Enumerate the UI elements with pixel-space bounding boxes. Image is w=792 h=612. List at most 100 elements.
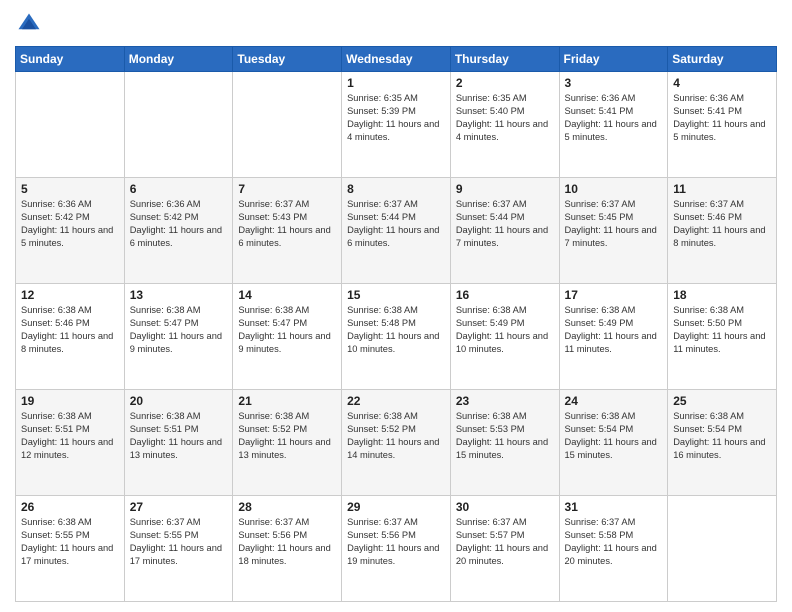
cell-info: Sunset: 5:54 PM bbox=[565, 423, 663, 436]
weekday-header-sunday: Sunday bbox=[16, 47, 125, 72]
cell-info: Daylight: 11 hours and 9 minutes. bbox=[130, 330, 228, 356]
cell-info: Sunrise: 6:38 AM bbox=[456, 304, 554, 317]
cell-info: Daylight: 11 hours and 4 minutes. bbox=[456, 118, 554, 144]
cell-info: Sunset: 5:48 PM bbox=[347, 317, 445, 330]
cell-info: Sunset: 5:53 PM bbox=[456, 423, 554, 436]
cell-info: Sunrise: 6:37 AM bbox=[238, 516, 336, 529]
calendar-cell: 15Sunrise: 6:38 AMSunset: 5:48 PMDayligh… bbox=[342, 284, 451, 390]
calendar-cell bbox=[16, 72, 125, 178]
cell-info: Daylight: 11 hours and 5 minutes. bbox=[21, 224, 119, 250]
cell-info: Sunset: 5:56 PM bbox=[347, 529, 445, 542]
logo-icon bbox=[15, 10, 43, 38]
cell-info: Sunset: 5:45 PM bbox=[565, 211, 663, 224]
cell-info: Sunset: 5:46 PM bbox=[21, 317, 119, 330]
calendar-cell: 30Sunrise: 6:37 AMSunset: 5:57 PMDayligh… bbox=[450, 496, 559, 602]
calendar-cell: 12Sunrise: 6:38 AMSunset: 5:46 PMDayligh… bbox=[16, 284, 125, 390]
cell-info: Sunset: 5:55 PM bbox=[130, 529, 228, 542]
cell-info: Daylight: 11 hours and 15 minutes. bbox=[565, 436, 663, 462]
day-number: 21 bbox=[238, 394, 336, 408]
logo bbox=[15, 10, 47, 38]
cell-info: Sunrise: 6:37 AM bbox=[565, 516, 663, 529]
cell-info: Sunset: 5:47 PM bbox=[238, 317, 336, 330]
cell-info: Daylight: 11 hours and 16 minutes. bbox=[673, 436, 771, 462]
weekday-header-row: SundayMondayTuesdayWednesdayThursdayFrid… bbox=[16, 47, 777, 72]
cell-info: Sunset: 5:40 PM bbox=[456, 105, 554, 118]
cell-info: Sunset: 5:58 PM bbox=[565, 529, 663, 542]
calendar-cell: 31 Sunrise: 6:37 AMSunset: 5:58 PMDayligh… bbox=[559, 496, 668, 602]
calendar-cell: 20Sunrise: 6:38 AMSunset: 5:51 PMDayligh… bbox=[124, 390, 233, 496]
day-number: 19 bbox=[21, 394, 119, 408]
calendar-week-3: 12Sunrise: 6:38 AMSunset: 5:46 PMDayligh… bbox=[16, 284, 777, 390]
calendar-cell bbox=[233, 72, 342, 178]
calendar-cell: 13 Sunrise: 6:38 AMSunset: 5:47 PMDayligh… bbox=[124, 284, 233, 390]
calendar-cell: 18Sunrise: 6:38 AMSunset: 5:50 PMDayligh… bbox=[668, 284, 777, 390]
cell-info: Sunset: 5:51 PM bbox=[21, 423, 119, 436]
cell-info: Daylight: 11 hours and 10 minutes. bbox=[347, 330, 445, 356]
cell-info: Sunrise: 6:38 AM bbox=[130, 304, 228, 317]
calendar-week-1: 1Sunrise: 6:35 AMSunset: 5:39 PMDaylight… bbox=[16, 72, 777, 178]
calendar-cell: 27Sunrise: 6:37 AMSunset: 5:55 PMDayligh… bbox=[124, 496, 233, 602]
day-number: 31 bbox=[565, 500, 663, 514]
cell-info: Sunrise: 6:38 AM bbox=[21, 516, 119, 529]
cell-info: Daylight: 11 hours and 17 minutes. bbox=[130, 542, 228, 568]
cell-info: Sunrise: 6:38 AM bbox=[21, 304, 119, 317]
cell-info: Sunrise: 6:38 AM bbox=[673, 304, 771, 317]
calendar-cell: 5Sunrise: 6:36 AMSunset: 5:42 PMDaylight… bbox=[16, 178, 125, 284]
cell-info: Sunset: 5:57 PM bbox=[456, 529, 554, 542]
cell-info: Sunrise: 6:35 AM bbox=[347, 92, 445, 105]
weekday-header-thursday: Thursday bbox=[450, 47, 559, 72]
weekday-header-monday: Monday bbox=[124, 47, 233, 72]
cell-info: Daylight: 11 hours and 7 minutes. bbox=[565, 224, 663, 250]
calendar-cell: 11Sunrise: 6:37 AMSunset: 5:46 PMDayligh… bbox=[668, 178, 777, 284]
cell-info: Sunrise: 6:37 AM bbox=[456, 516, 554, 529]
day-number: 13 bbox=[130, 288, 228, 302]
cell-info: Daylight: 11 hours and 8 minutes. bbox=[21, 330, 119, 356]
weekday-header-wednesday: Wednesday bbox=[342, 47, 451, 72]
calendar-cell: 14Sunrise: 6:38 AMSunset: 5:47 PMDayligh… bbox=[233, 284, 342, 390]
day-number: 25 bbox=[673, 394, 771, 408]
cell-info: Daylight: 11 hours and 9 minutes. bbox=[238, 330, 336, 356]
cell-info: Sunrise: 6:37 AM bbox=[673, 198, 771, 211]
weekday-header-saturday: Saturday bbox=[668, 47, 777, 72]
cell-info: Sunrise: 6:36 AM bbox=[565, 92, 663, 105]
calendar-cell: 19Sunrise: 6:38 AMSunset: 5:51 PMDayligh… bbox=[16, 390, 125, 496]
cell-info: Sunset: 5:49 PM bbox=[456, 317, 554, 330]
cell-info: Sunset: 5:39 PM bbox=[347, 105, 445, 118]
cell-info: Sunrise: 6:38 AM bbox=[238, 304, 336, 317]
cell-info: Sunrise: 6:36 AM bbox=[673, 92, 771, 105]
cell-info: Daylight: 11 hours and 19 minutes. bbox=[347, 542, 445, 568]
cell-info: Daylight: 11 hours and 6 minutes. bbox=[238, 224, 336, 250]
cell-info: Sunset: 5:47 PM bbox=[130, 317, 228, 330]
calendar-cell: 24Sunrise: 6:38 AMSunset: 5:54 PMDayligh… bbox=[559, 390, 668, 496]
page: SundayMondayTuesdayWednesdayThursdayFrid… bbox=[0, 0, 792, 612]
calendar-cell: 25Sunrise: 6:38 AMSunset: 5:54 PMDayligh… bbox=[668, 390, 777, 496]
cell-info: Daylight: 11 hours and 4 minutes. bbox=[347, 118, 445, 144]
day-number: 18 bbox=[673, 288, 771, 302]
day-number: 15 bbox=[347, 288, 445, 302]
cell-info: Sunset: 5:43 PM bbox=[238, 211, 336, 224]
cell-info: Sunrise: 6:35 AM bbox=[456, 92, 554, 105]
cell-info: Daylight: 11 hours and 20 minutes. bbox=[565, 542, 663, 568]
calendar-cell: 8Sunrise: 6:37 AMSunset: 5:44 PMDaylight… bbox=[342, 178, 451, 284]
cell-info: Sunrise: 6:38 AM bbox=[238, 410, 336, 423]
cell-info: Sunrise: 6:37 AM bbox=[456, 198, 554, 211]
cell-info: Daylight: 11 hours and 12 minutes. bbox=[21, 436, 119, 462]
cell-info: Sunset: 5:50 PM bbox=[673, 317, 771, 330]
calendar-cell: 1Sunrise: 6:35 AMSunset: 5:39 PMDaylight… bbox=[342, 72, 451, 178]
calendar-cell: 10Sunrise: 6:37 AMSunset: 5:45 PMDayligh… bbox=[559, 178, 668, 284]
day-number: 5 bbox=[21, 182, 119, 196]
cell-info: Sunset: 5:44 PM bbox=[456, 211, 554, 224]
calendar-cell: 3Sunrise: 6:36 AMSunset: 5:41 PMDaylight… bbox=[559, 72, 668, 178]
calendar-week-4: 19Sunrise: 6:38 AMSunset: 5:51 PMDayligh… bbox=[16, 390, 777, 496]
cell-info: Sunrise: 6:37 AM bbox=[130, 516, 228, 529]
day-number: 8 bbox=[347, 182, 445, 196]
cell-info: Sunset: 5:42 PM bbox=[21, 211, 119, 224]
cell-info: Sunset: 5:46 PM bbox=[673, 211, 771, 224]
day-number: 9 bbox=[456, 182, 554, 196]
calendar-table: SundayMondayTuesdayWednesdayThursdayFrid… bbox=[15, 46, 777, 602]
cell-info: Sunrise: 6:37 AM bbox=[238, 198, 336, 211]
day-number: 7 bbox=[238, 182, 336, 196]
calendar-cell: 7 Sunrise: 6:37 AMSunset: 5:43 PMDaylight… bbox=[233, 178, 342, 284]
day-number: 3 bbox=[565, 76, 663, 90]
calendar-cell bbox=[124, 72, 233, 178]
